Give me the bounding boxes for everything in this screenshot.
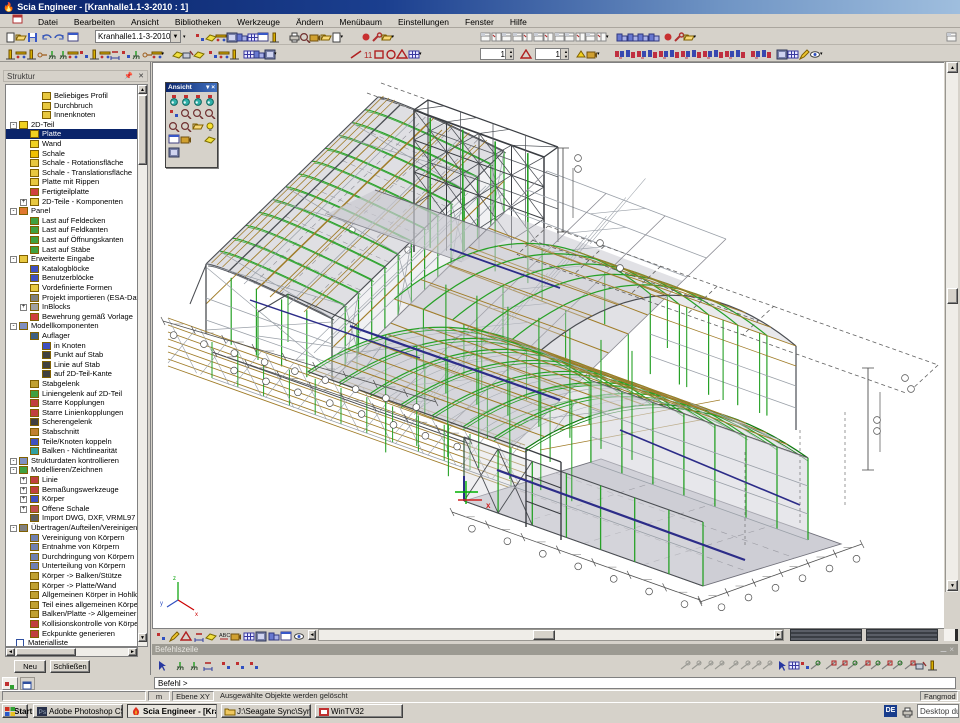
- svg-text:11: 11: [364, 51, 373, 60]
- svg-text:ABC: ABC: [219, 633, 230, 639]
- svg-text:z: z: [173, 576, 176, 582]
- svg-text:x: x: [195, 612, 198, 618]
- svg-text:y: y: [160, 601, 163, 607]
- svg-text:x: x: [486, 501, 491, 510]
- svg-text:Ps: Ps: [39, 709, 47, 716]
